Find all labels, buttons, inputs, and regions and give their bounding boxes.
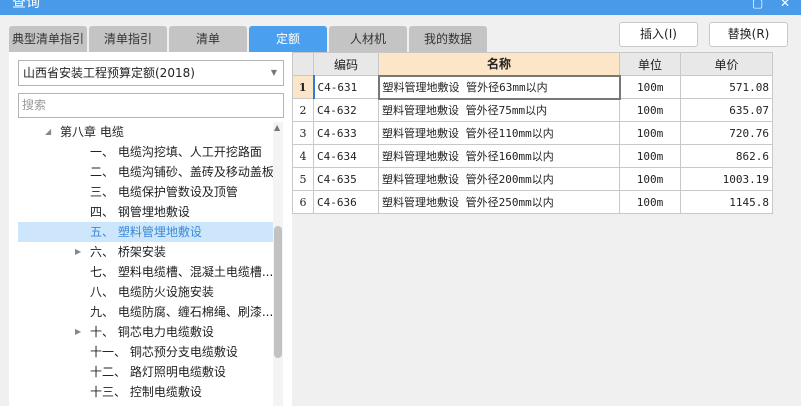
tree-node[interactable]: ◢ 第八章 电缆: [18, 122, 280, 142]
cell-code[interactable]: C4-634: [313, 144, 379, 168]
tree-node-label: 四、 钢管埋地敷设: [90, 205, 190, 219]
tree-node[interactable]: 八、 电缆防火设施安装: [18, 282, 280, 302]
cell-unit[interactable]: 100m: [619, 121, 681, 145]
cell-num[interactable]: 2: [292, 98, 314, 122]
quota-library-value: 山西省安装工程预算定额(2018): [23, 66, 195, 80]
tree-node-label: 八、 电缆防火设施安装: [90, 285, 214, 299]
cell-unit[interactable]: 100m: [619, 98, 681, 122]
title-bar: 查询 ▢ ✕: [0, 0, 801, 15]
table-row[interactable]: 1 C4-631 塑料管理地敷设 管外径63mm以内 100m 571.08: [292, 74, 773, 100]
cell-num[interactable]: 5: [292, 167, 314, 191]
cell-unit[interactable]: 100m: [619, 167, 681, 191]
tree-node-label: 五、 塑料管埋地敷设: [90, 225, 202, 239]
tree-node[interactable]: 十一、 铜芯预分支电缆敷设: [18, 342, 280, 362]
search-input[interactable]: 搜索: [18, 93, 284, 118]
col-header-price[interactable]: 单价: [680, 52, 773, 76]
cell-price[interactable]: 862.6: [680, 144, 773, 168]
cell-name[interactable]: 塑料管理地敷设 管外径75mm以内: [378, 98, 620, 122]
col-header-code[interactable]: 编码: [313, 52, 379, 76]
tab-typical-list-guide[interactable]: 典型清单指引: [9, 26, 87, 52]
expanded-arrow-icon[interactable]: ◢: [45, 122, 51, 142]
tree-scrollbar[interactable]: ▲: [273, 122, 283, 406]
tree-node-label: 二、 电缆沟铺砂、盖砖及移动盖板: [90, 165, 274, 179]
tree-node-label: 六、 桥架安装: [90, 245, 166, 259]
tree-node[interactable]: 四、 钢管埋地敷设: [18, 202, 280, 222]
col-header-unit[interactable]: 单位: [619, 52, 681, 76]
tree-node-label: 第八章 电缆: [60, 125, 124, 139]
collapsed-arrow-icon[interactable]: ▶: [75, 242, 81, 262]
quota-table: 编码 名称 单位 单价 1 C4-631 塑料管理地敷设 管外径63mm以内 100m…: [292, 52, 773, 214]
cell-code[interactable]: C4-636: [313, 190, 379, 214]
tree-node-label: 七、 塑料电缆槽、混凝土电缆槽...: [90, 265, 274, 279]
cell-name[interactable]: 塑料管理地敷设 管外径250mm以内: [378, 190, 620, 214]
close-icon[interactable]: ✕: [780, 0, 790, 10]
cell-code[interactable]: C4-631: [312, 75, 379, 99]
scroll-up-icon[interactable]: ▲: [274, 123, 280, 132]
scrollbar-thumb[interactable]: [274, 226, 282, 358]
cell-price[interactable]: 720.76: [680, 121, 773, 145]
tree-node[interactable]: ▶ 十、 铜芯电力电缆敷设: [18, 322, 280, 342]
tab-materials[interactable]: 人材机: [329, 26, 407, 52]
cell-price[interactable]: 1145.8: [680, 190, 773, 214]
replace-button[interactable]: 替换(R): [709, 22, 788, 47]
tree-node-label: 十二、 路灯照明电缆敷设: [90, 365, 226, 379]
tree-node[interactable]: 五、 塑料管埋地敷设: [18, 222, 280, 242]
cell-unit[interactable]: 100m: [619, 144, 681, 168]
tree-node[interactable]: 一、 电缆沟挖填、人工开挖路面: [18, 142, 280, 162]
cell-name[interactable]: 塑料管理地敷设 管外径160mm以内: [378, 144, 620, 168]
cell-price[interactable]: 571.08: [680, 75, 773, 99]
col-header-num: [292, 52, 314, 76]
cell-num[interactable]: 4: [292, 144, 314, 168]
left-panel: 山西省安装工程预算定额(2018) ▼ 搜索 ◢ 第八章 电缆一、 电缆沟挖填、人…: [9, 52, 292, 406]
window-title: 查询: [12, 0, 40, 11]
tree-node-label: 九、 电缆防腐、缠石棉绳、刷漆...: [90, 305, 274, 319]
cell-code[interactable]: C4-635: [313, 167, 379, 191]
tree-node-label: 十三、 控制电缆敷设: [90, 385, 202, 399]
cell-name[interactable]: 塑料管理地敷设 管外径110mm以内: [378, 121, 620, 145]
cell-num[interactable]: 3: [292, 121, 314, 145]
right-edge: [773, 52, 801, 406]
collapsed-arrow-icon[interactable]: ▶: [75, 322, 81, 342]
cell-code[interactable]: C4-633: [313, 121, 379, 145]
chevron-down-icon: ▼: [270, 68, 277, 77]
tab-my-data[interactable]: 我的数据: [409, 26, 487, 52]
table-row[interactable]: 6 C4-636 塑料管理地敷设 管外径250mm以内 100m 1145.8: [292, 190, 773, 214]
cell-code[interactable]: C4-632: [313, 98, 379, 122]
cell-name[interactable]: 塑料管理地敷设 管外径63mm以内: [377, 74, 621, 100]
tree-node[interactable]: ▶ 六、 桥架安装: [18, 242, 280, 262]
cell-unit[interactable]: 100m: [619, 190, 681, 214]
cell-name[interactable]: 塑料管理地敷设 管外径200mm以内: [378, 167, 620, 191]
tab-list-guide[interactable]: 清单指引: [89, 26, 167, 52]
table-row[interactable]: 2 C4-632 塑料管理地敷设 管外径75mm以内 100m 635.07: [292, 98, 773, 122]
tree-node[interactable]: 十三、 控制电缆敷设: [18, 382, 280, 402]
table-row[interactable]: 3 C4-633 塑料管理地敷设 管外径110mm以内 100m 720.76: [292, 121, 773, 145]
insert-button[interactable]: 插入(I): [619, 22, 698, 47]
cell-unit[interactable]: 100m: [619, 75, 681, 99]
tree-node-label: 一、 电缆沟挖填、人工开挖路面: [90, 145, 262, 159]
tree-node[interactable]: 九、 电缆防腐、缠石棉绳、刷漆...: [18, 302, 280, 322]
tab-quota[interactable]: 定额: [249, 26, 327, 52]
tree-node-label: 十一、 铜芯预分支电缆敷设: [90, 345, 238, 359]
tree-node-label: 十、 铜芯电力电缆敷设: [90, 325, 214, 339]
tree-node-label: 三、 电缆保护管数设及顶管: [90, 185, 238, 199]
table-row[interactable]: 4 C4-634 塑料管理地敷设 管外径160mm以内 100m 862.6: [292, 144, 773, 168]
quota-library-select[interactable]: 山西省安装工程预算定额(2018) ▼: [18, 60, 284, 86]
tree-node[interactable]: 十二、 路灯照明电缆敷设: [18, 362, 280, 382]
cell-price[interactable]: 1003.19: [680, 167, 773, 191]
table-row[interactable]: 5 C4-635 塑料管理地敷设 管外径200mm以内 100m 1003.19: [292, 167, 773, 191]
cell-num[interactable]: 1: [292, 75, 314, 99]
cell-num[interactable]: 6: [292, 190, 314, 214]
tree-node[interactable]: 七、 塑料电缆槽、混凝土电缆槽...: [18, 262, 280, 282]
tab-list[interactable]: 清单: [169, 26, 247, 52]
tree-node[interactable]: 三、 电缆保护管数设及顶管: [18, 182, 280, 202]
cell-price[interactable]: 635.07: [680, 98, 773, 122]
maximize-icon[interactable]: ▢: [752, 0, 763, 10]
col-header-name[interactable]: 名称: [378, 52, 620, 76]
tree-node[interactable]: 二、 电缆沟铺砂、盖砖及移动盖板: [18, 162, 280, 182]
